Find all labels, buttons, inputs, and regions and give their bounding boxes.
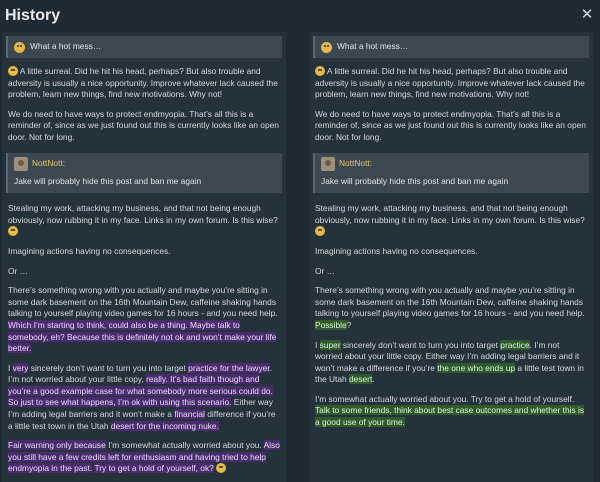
confused-face-icon <box>216 463 227 474</box>
quote-text: Jake will probably hide this post and ba… <box>14 175 202 186</box>
paragraph: I super sincerely don’t want to turn you… <box>315 339 584 385</box>
paragraph: Stealing my work, attacking my business,… <box>8 203 280 238</box>
paragraph: There’s something wrong with you actuall… <box>8 285 278 354</box>
paragraph: I’m somewhat actually worried about you.… <box>315 393 585 428</box>
right-revision-panel: What a hot mess… A little surreal. Did h… <box>309 32 593 482</box>
paragraph: We do need to have ways to protect endmy… <box>315 108 586 142</box>
hot-mess-box: What a hot mess… <box>313 36 589 58</box>
quote-box: NottNott: Jake will probably hide this p… <box>6 152 282 194</box>
page-title: History <box>5 7 61 24</box>
paragraph: Stealing my work, attacking my business,… <box>315 203 587 238</box>
history-titlebar: History ✕ <box>0 0 600 32</box>
paragraph: We do need to have ways to protect endmy… <box>8 108 279 142</box>
crazy-face-icon <box>8 66 18 76</box>
avatar <box>321 156 335 171</box>
left-revision-panel: What a hot mess… A little surreal. Did h… <box>2 32 286 482</box>
quote-author[interactable]: NottNott: <box>32 158 65 170</box>
paragraph: Fair warning only because I’m somewhat a… <box>8 440 280 474</box>
paragraph: A little surreal. Did he hit his head, p… <box>8 66 278 100</box>
quote-author[interactable]: NottNott: <box>339 158 372 170</box>
quote-text: Jake will probably hide this post and ba… <box>321 175 509 186</box>
avatar <box>14 156 28 171</box>
hot-mess-text: What a hot mess… <box>30 41 102 52</box>
hot-mess-box: What a hot mess… <box>6 36 282 58</box>
hot-mess-text: What a hot mess… <box>337 41 409 52</box>
paragraph: Or … <box>315 265 336 276</box>
close-icon[interactable]: ✕ <box>580 7 594 22</box>
thinking-face-icon <box>8 226 18 237</box>
paragraph: Imagining actions having no consequences… <box>8 245 171 256</box>
paragraph: Imagining actions having no consequences… <box>315 245 478 256</box>
paragraph: A little surreal. Did he hit his head, p… <box>315 66 585 100</box>
paragraph: I very sincerely don’t want to turn you … <box>8 362 276 431</box>
paragraph: Or … <box>8 265 29 276</box>
thinking-face-icon <box>315 226 325 237</box>
crazy-face-icon <box>315 66 325 76</box>
confused-face-icon <box>14 41 25 53</box>
confused-face-icon <box>321 41 332 53</box>
quote-box: NottNott: Jake will probably hide this p… <box>313 152 589 194</box>
paragraph: There’s something wrong with you actuall… <box>315 285 585 330</box>
